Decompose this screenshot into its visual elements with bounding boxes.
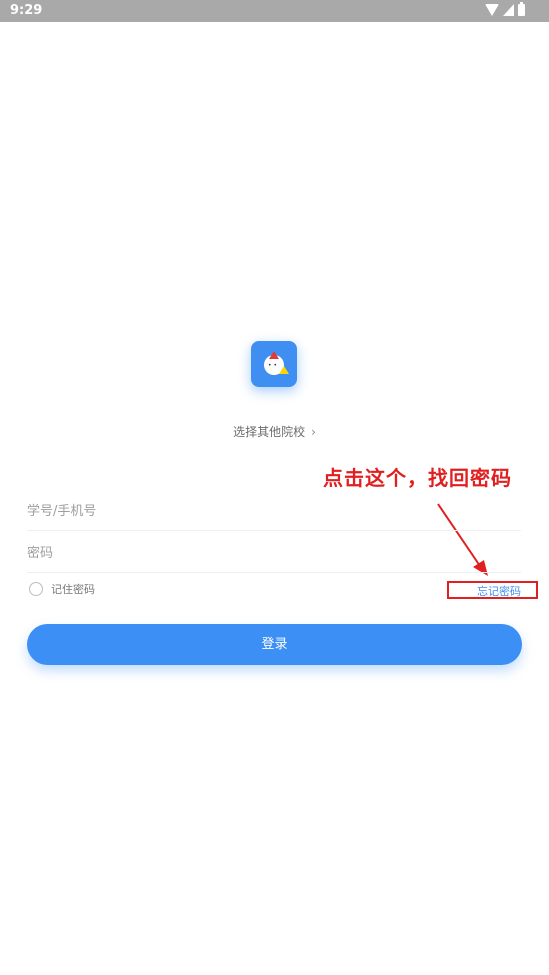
status-icons [485, 2, 525, 16]
remember-radio[interactable] [29, 582, 43, 596]
login-button[interactable]: 登录 [27, 624, 522, 665]
account-input[interactable] [27, 493, 521, 530]
account-field[interactable] [27, 493, 521, 531]
wifi-icon [485, 4, 499, 16]
app-logo: • • [251, 341, 297, 387]
annotation-text: 点击这个，找回密码 [323, 466, 512, 490]
signal-icon [503, 4, 514, 16]
battery-icon [518, 2, 525, 16]
select-school-button[interactable]: 选择其他院校 › [0, 423, 549, 440]
select-school-label: 选择其他院校 [233, 425, 306, 439]
password-field[interactable] [27, 535, 521, 573]
status-bar: 9:29 [0, 0, 549, 22]
remember-password-toggle[interactable]: 记住密码 [29, 581, 95, 597]
logo-red-hat-icon [269, 351, 279, 359]
status-time: 9:29 [10, 3, 43, 18]
logo-yellow-beak-icon [279, 366, 289, 374]
forgot-password-link[interactable]: 忘记密码 [477, 583, 521, 599]
chevron-right-icon: › [311, 425, 316, 439]
logo-eyes-icon: • • [268, 362, 277, 369]
remember-label: 记住密码 [51, 583, 95, 596]
password-input[interactable] [27, 535, 521, 572]
